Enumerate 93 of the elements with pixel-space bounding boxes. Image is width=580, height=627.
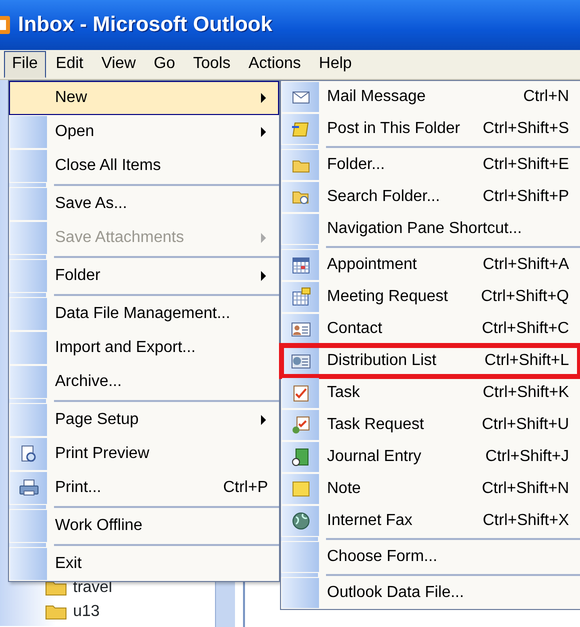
menu-item[interactable]: Go: [146, 51, 184, 78]
shortcut-text: Ctrl+Shift+U: [482, 415, 570, 435]
menu-item[interactable]: File: [4, 51, 46, 78]
shortcut-text: Ctrl+Shift+N: [482, 479, 570, 499]
menu-item[interactable]: Close All Items: [9, 149, 279, 183]
menu-item[interactable]: Folder: [9, 259, 279, 293]
menu-item-label: Mail Message: [326, 87, 427, 107]
menu-item[interactable]: View: [93, 51, 144, 78]
folder-icon: [45, 580, 67, 596]
menu-item-label: Choose Form...: [326, 547, 438, 567]
menu-item[interactable]: Contact Ctrl+Shift+C: [281, 313, 580, 345]
menu-item-label: Search Folder...: [326, 187, 441, 207]
menu-item-label: Data File Management...: [54, 304, 232, 324]
menu-item[interactable]: Print Preview: [9, 437, 279, 471]
window-title: Inbox - Microsoft Outlook: [18, 12, 272, 38]
menu-item-label: Navigation Pane Shortcut...: [326, 219, 523, 239]
menu-item[interactable]: New: [9, 81, 279, 115]
shortcut-text: Ctrl+Shift+X: [482, 511, 570, 531]
clipboard-icon: [290, 415, 310, 435]
menu-item-label: Distribution List: [326, 351, 438, 371]
printer-icon: [18, 478, 38, 498]
menu-item-label: Print Preview: [54, 444, 150, 464]
folder-icon: [45, 604, 67, 620]
calendar-icon: [290, 287, 310, 307]
menu-item[interactable]: Page Setup: [9, 403, 279, 437]
menu-item-label: Meeting Request: [326, 287, 449, 307]
menu-item[interactable]: Tools: [185, 51, 238, 78]
menu-item[interactable]: Print... Ctrl+P: [9, 471, 279, 505]
menu-item[interactable]: Task Request Ctrl+Shift+U: [281, 409, 580, 441]
menu-item-label: Contact: [326, 319, 384, 339]
globe-icon: [290, 511, 310, 531]
menu-item[interactable]: Journal Entry Ctrl+Shift+J: [281, 441, 580, 473]
shortcut-text: Ctrl+Shift+A: [482, 255, 570, 275]
menu-item-label: Work Offline: [54, 516, 144, 536]
menu-item-label: Post in This Folder: [326, 119, 462, 139]
menu-item-label: Folder...: [326, 155, 386, 175]
sticky-note-icon: [290, 479, 310, 499]
menu-item[interactable]: Post in This Folder Ctrl+Shift+S: [281, 113, 580, 145]
menu-item-label: Open: [54, 122, 96, 142]
print-preview-icon: [18, 444, 38, 464]
menu-item[interactable]: Help: [310, 51, 360, 78]
menu-item[interactable]: Archive...: [9, 365, 279, 399]
menu-item[interactable]: Folder... Ctrl+Shift+E: [281, 149, 580, 181]
menu-item-label: Journal Entry: [326, 447, 422, 467]
shortcut-text: Ctrl+Shift+P: [482, 187, 570, 207]
menu-item[interactable]: Task Ctrl+Shift+K: [281, 377, 580, 409]
menu-item-label: Note: [326, 479, 362, 499]
menu-item-label: Import and Export...: [54, 338, 197, 358]
menu-item-label: Task Request: [326, 415, 425, 435]
menu-item[interactable]: Edit: [48, 51, 92, 78]
menu-item[interactable]: Outlook Data File...: [281, 577, 580, 609]
menu-item[interactable]: Note Ctrl+Shift+N: [281, 473, 580, 505]
menu-item-label: Close All Items: [54, 156, 162, 176]
menu-item[interactable]: Search Folder... Ctrl+Shift+P: [281, 181, 580, 213]
menu-item[interactable]: Open: [9, 115, 279, 149]
app-icon: [0, 14, 12, 36]
shortcut-text: Ctrl+Shift+L: [484, 351, 570, 371]
menu-item-label: Folder: [54, 266, 102, 286]
menu-item-label: Exit: [54, 554, 83, 574]
shortcut-text: Ctrl+Shift+E: [482, 155, 570, 175]
menu-item[interactable]: Internet Fax Ctrl+Shift+X: [281, 505, 580, 537]
menu-item-label: Archive...: [54, 372, 123, 392]
menu-item[interactable]: Distribution List Ctrl+Shift+L: [281, 345, 580, 377]
menu-item-label: New: [54, 88, 88, 108]
menu-item-label: Outlook Data File...: [326, 583, 465, 603]
menu-item-label: Print...: [54, 478, 102, 498]
shortcut-text: Ctrl+Shift+Q: [480, 287, 570, 307]
menu-item-label: Save Attachments: [54, 228, 185, 248]
menu-item[interactable]: Appointment Ctrl+Shift+A: [281, 249, 580, 281]
clipboard-icon: [290, 383, 310, 403]
menu-item[interactable]: Navigation Pane Shortcut...: [281, 213, 580, 245]
shortcut-text: Ctrl+N: [523, 87, 570, 107]
menu-item[interactable]: Save As...: [9, 187, 279, 221]
menu-item[interactable]: Actions: [240, 51, 309, 78]
menu-item[interactable]: Work Offline: [9, 509, 279, 543]
menu-item[interactable]: Choose Form...: [281, 541, 580, 573]
menu-item[interactable]: Mail Message Ctrl+N: [281, 81, 580, 113]
folder-name[interactable]: u13: [73, 600, 100, 624]
shortcut-text: Ctrl+Shift+J: [485, 447, 570, 467]
shortcut-text: Ctrl+Shift+C: [482, 319, 570, 339]
menu-item[interactable]: Exit: [9, 547, 279, 581]
menu-item[interactable]: Import and Export...: [9, 331, 279, 365]
menu-item-label: Appointment: [326, 255, 418, 275]
menu-item-label: Internet Fax: [326, 511, 414, 531]
menu-item-label: Save As...: [54, 194, 128, 214]
menu-item[interactable]: Meeting Request Ctrl+Shift+Q: [281, 281, 580, 313]
shortcut-text: Ctrl+P: [223, 478, 269, 498]
shortcut-text: Ctrl+Shift+K: [482, 383, 570, 403]
menu-item-label: Page Setup: [54, 410, 140, 430]
menu-item[interactable]: Data File Management...: [9, 297, 279, 331]
calendar-icon: [290, 255, 310, 275]
shortcut-text: Ctrl+Shift+S: [482, 119, 570, 139]
menu-item-label: Task: [326, 383, 361, 403]
